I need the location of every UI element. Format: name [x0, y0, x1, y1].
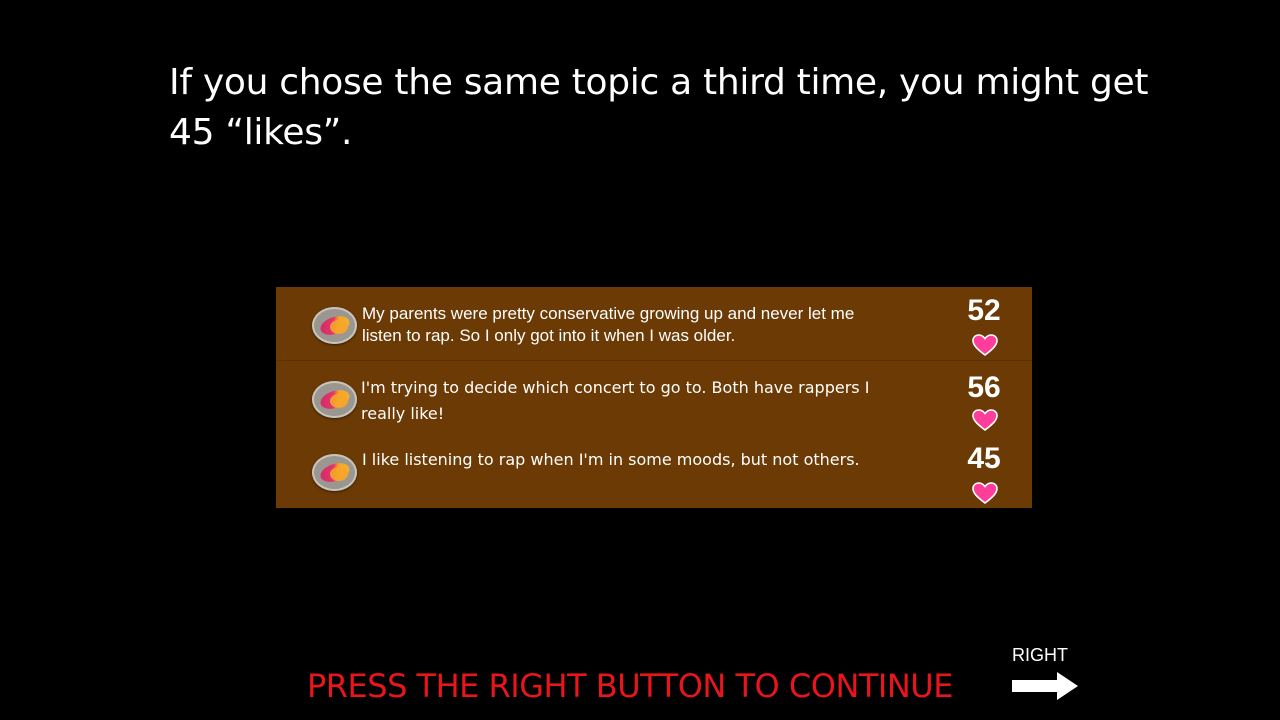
right-button-label: RIGHT: [1012, 645, 1068, 665]
like-count: 52: [967, 294, 1001, 327]
post-text-line-1: I'm trying to decide which concert to go…: [361, 378, 870, 397]
post-text-line-1: I like listening to rap when I'm in some…: [362, 450, 860, 469]
avatar-icon: [312, 381, 357, 418]
feed-post: I'm trying to decide which concert to go…: [276, 361, 1032, 434]
instruction-line-2: 45 “likes”.: [169, 112, 353, 153]
heart-icon: [972, 482, 998, 504]
like-count: 56: [967, 371, 1001, 404]
continue-prompt: PRESS THE RIGHT BUTTON TO CONTINUE: [307, 667, 953, 705]
post-text-line-2: really like!: [361, 404, 445, 423]
right-arrow-icon[interactable]: [1011, 671, 1079, 701]
instruction-text: If you chose the same topic a third time…: [169, 58, 1149, 158]
feed-post: My parents were pretty conservative grow…: [276, 287, 1032, 361]
post-text: I'm trying to decide which concert to go…: [361, 375, 931, 427]
like-count: 45: [967, 442, 1001, 475]
avatar-icon: [312, 454, 357, 491]
post-text: My parents were pretty conservative grow…: [362, 303, 932, 347]
post-text-line-2: listen to rap. So I only got into it whe…: [362, 326, 736, 345]
post-text: I like listening to rap when I'm in some…: [362, 447, 932, 473]
avatar-icon: [312, 307, 357, 344]
heart-icon: [972, 334, 998, 356]
heart-icon: [972, 409, 998, 431]
social-feed: My parents were pretty conservative grow…: [276, 287, 1032, 508]
post-text-line-1: My parents were pretty conservative grow…: [362, 304, 855, 323]
instruction-line-1: If you chose the same topic a third time…: [169, 62, 1149, 103]
feed-post: I like listening to rap when I'm in some…: [276, 434, 1032, 507]
